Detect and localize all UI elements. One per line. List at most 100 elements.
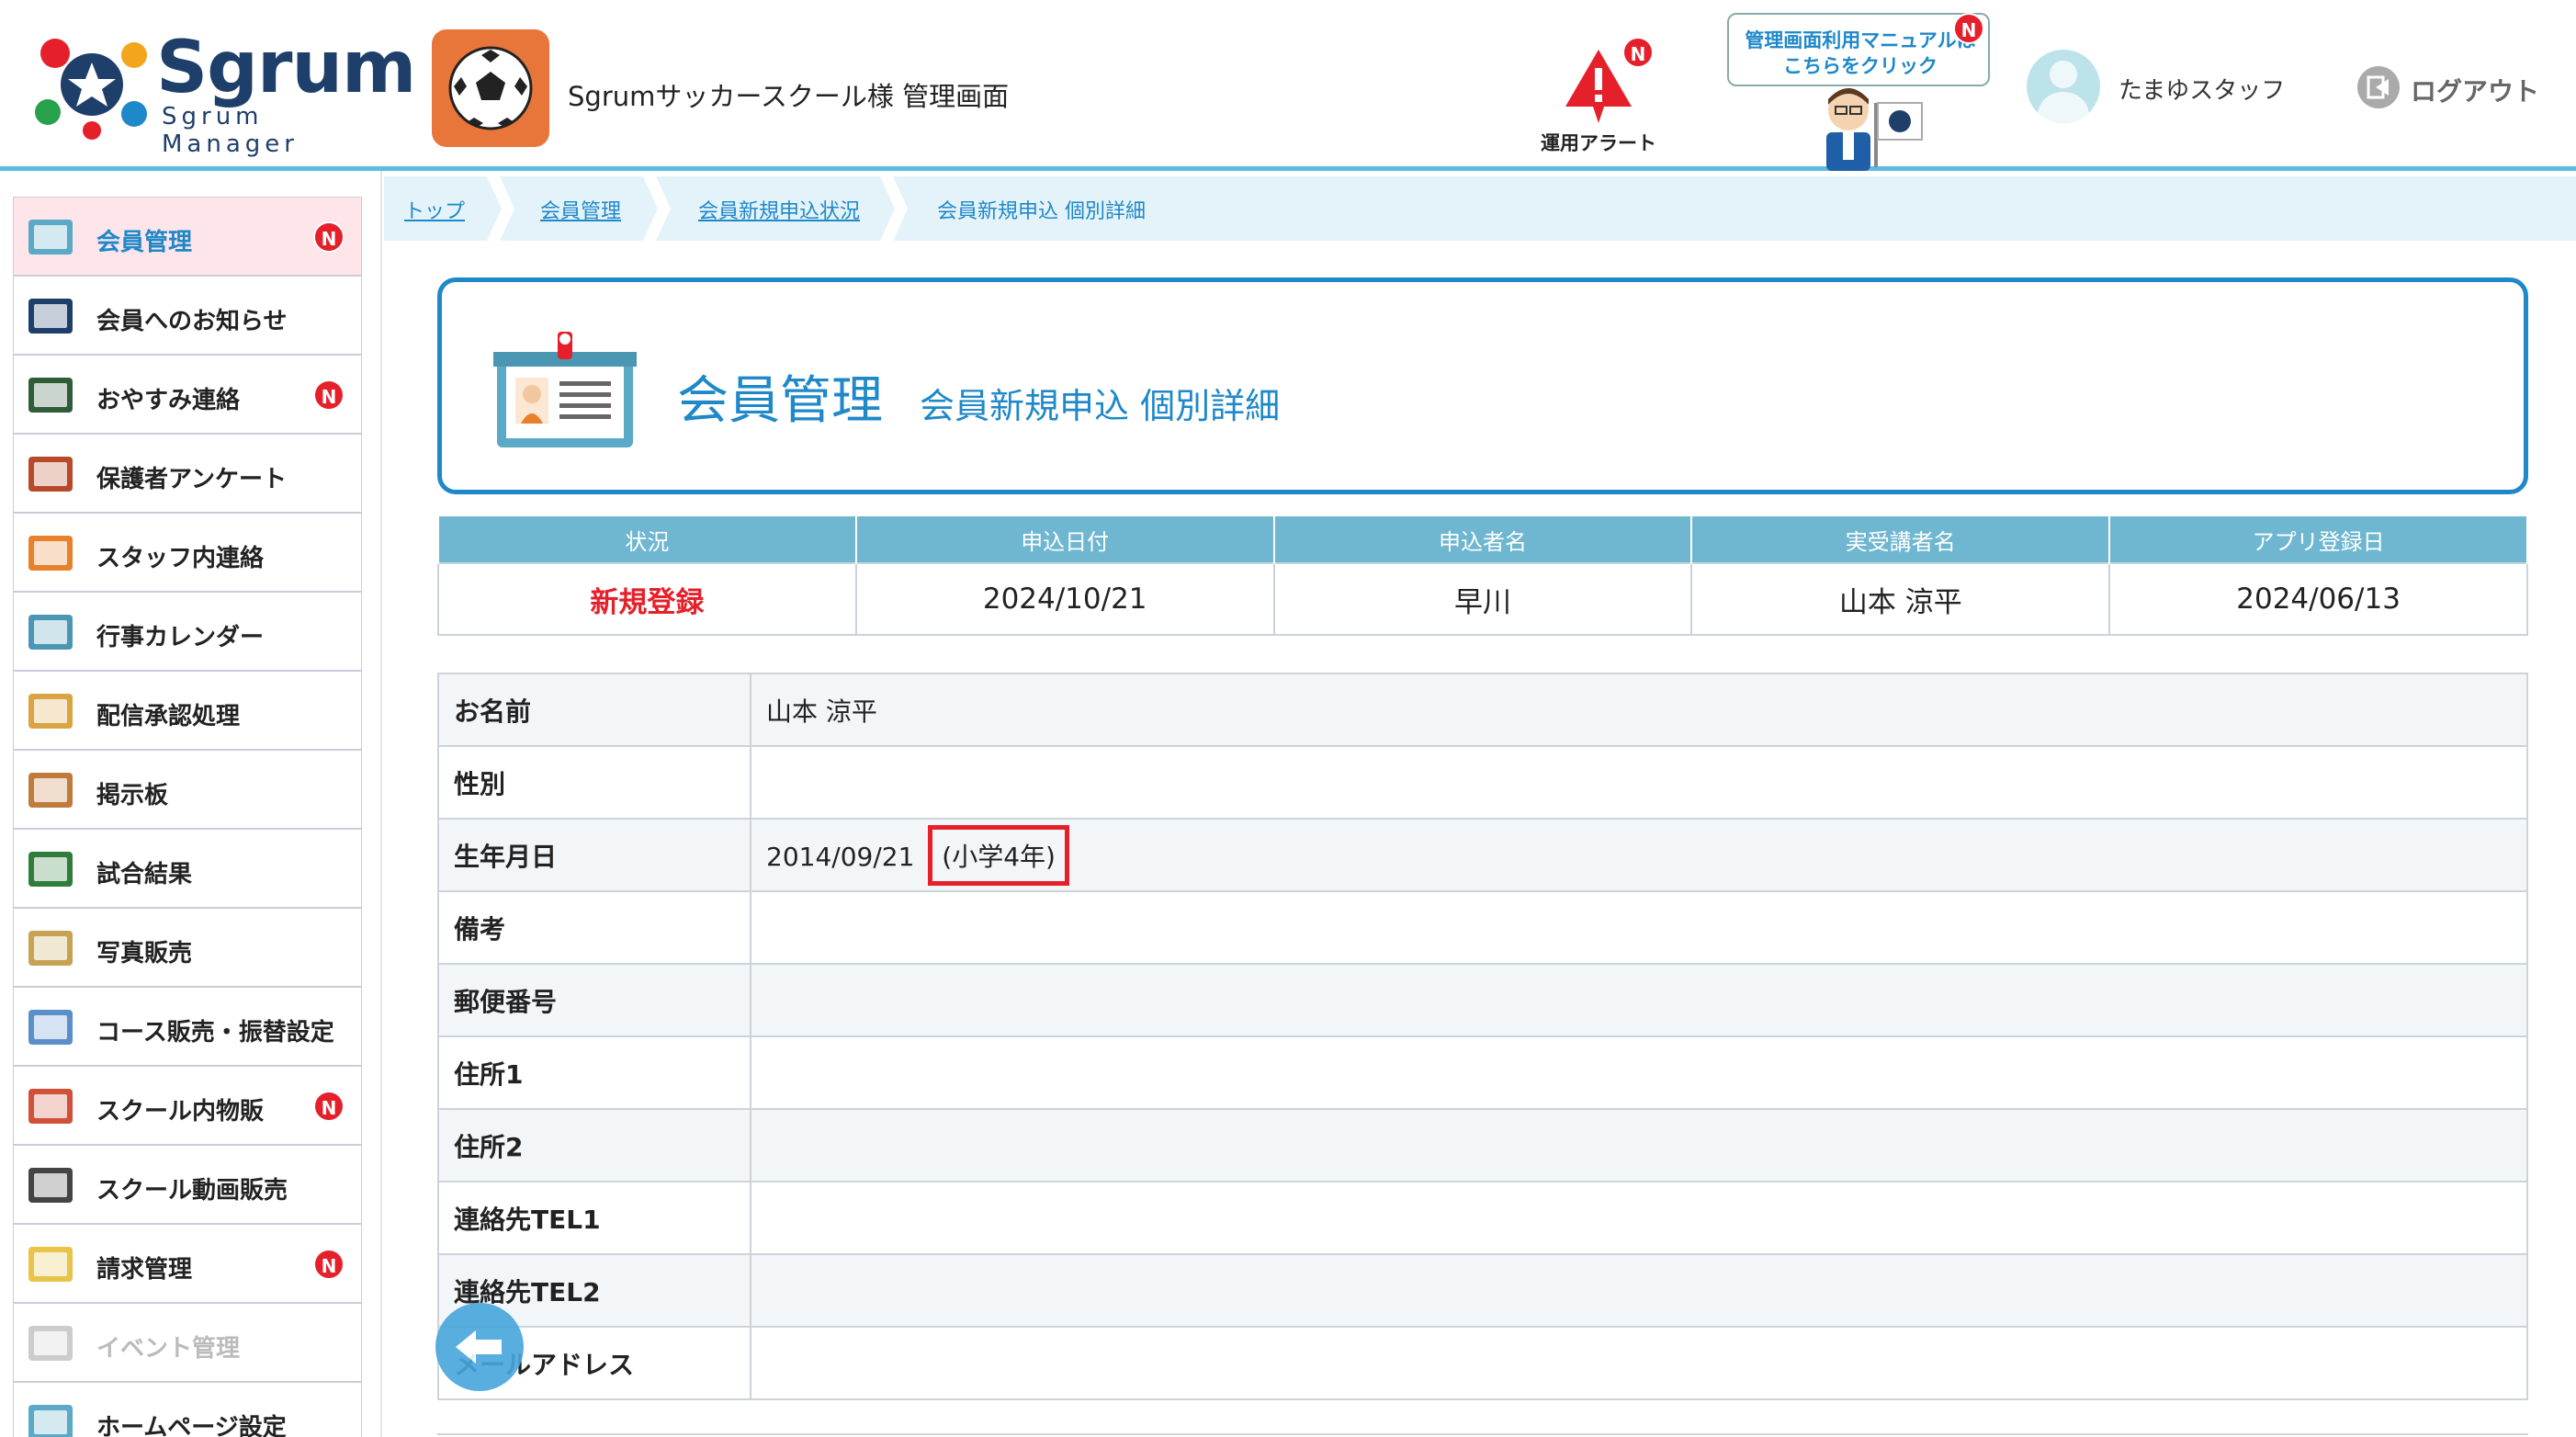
summary-header-app-registration-date: アプリ登録日 (2108, 515, 2528, 563)
breadcrumb-top[interactable]: トップ (404, 195, 465, 224)
detail-label: 生年月日 (437, 818, 751, 892)
homepage-icon (28, 1405, 73, 1437)
mascot-icon (1826, 88, 1923, 171)
status-value: 新規登録 (437, 562, 857, 636)
sidebar-item-bulletin-board[interactable]: 掲示板 (13, 750, 362, 829)
page-title: 会員管理 (677, 371, 883, 431)
breadcrumb-separator-icon (880, 176, 908, 241)
stamp-icon (28, 694, 73, 729)
sidebar-item-school-video-sales[interactable]: スクール動画販売 (13, 1145, 362, 1224)
sidebar-item-event-management[interactable]: イベント管理 (13, 1303, 362, 1382)
sidebar-item-label: スクール内物販 (96, 1098, 265, 1126)
app-registration-date-value: 2024/06/13 (2108, 562, 2528, 636)
user-menu[interactable]: たまゆスタッフ (2027, 50, 2302, 123)
arrow-left-icon (456, 1330, 502, 1363)
detail-value (750, 1181, 2528, 1255)
detail-value: 山本 涼平 (750, 673, 2528, 747)
student-name-value: 山本 涼平 (1690, 562, 2111, 636)
sidebar-item-label: イベント管理 (96, 1335, 241, 1363)
back-button[interactable] (435, 1303, 524, 1391)
detail-value: 2014/09/21 (小学4年) (750, 818, 2528, 892)
sidebar-nav: 会員管理 N 会員へのお知らせ おやすみ連絡 N 保護者アンケートスタッフ内連絡行事カレン… (13, 197, 362, 1437)
table-row: メールアドレス (437, 1326, 2528, 1400)
school-grade-highlight: (小学4年) (928, 824, 1069, 886)
table-row: 生年月日 2014/09/21 (小学4年) (437, 818, 2528, 892)
applicant-name-value: 早川 (1272, 562, 1693, 636)
breadcrumb-separator-icon (643, 176, 671, 241)
detail-value (750, 963, 2528, 1037)
operation-alert-button[interactable]: N 運用アラート (1525, 37, 1672, 162)
breadcrumb-separator-icon (487, 176, 514, 241)
table-row: 連絡先TEL1 (437, 1181, 2528, 1255)
logout-button[interactable]: ログアウト (2357, 64, 2541, 112)
sidebar-item-match-results[interactable]: 試合結果 (13, 829, 362, 908)
detail-label: 備考 (437, 890, 751, 965)
sidebar-item-label: スクール動画販売 (96, 1177, 288, 1205)
sidebar-item-absence-contact[interactable]: おやすみ連絡 N (13, 355, 362, 434)
logo-subtitle: Sgrum Manager (162, 103, 299, 158)
sidebar-item-staff-contact[interactable]: スタッフ内連絡 (13, 513, 362, 592)
table-row: 性別 (437, 745, 2528, 820)
manual-bubble: 管理画面利用マニュアルは こちらをクリック (1727, 13, 1990, 86)
user-name: たまゆスタッフ (2118, 77, 2286, 105)
summary-header-row: 状況 申込日付 申込者名 実受講者名 アプリ登録日 (437, 515, 2528, 563)
alert-label: 運用アラート (1541, 132, 1656, 154)
summary-header-application-date: 申込日付 (854, 515, 1275, 563)
invoice-icon (28, 1247, 73, 1282)
new-badge: N (313, 1091, 345, 1122)
sidebar-item-course-sales-settings[interactable]: コース販売・振替設定 (13, 987, 362, 1066)
new-badge: N (313, 1249, 345, 1280)
breadcrumb-member-management[interactable]: 会員管理 (540, 195, 621, 224)
logo-title: Sgrum (156, 27, 416, 109)
summary-value-row: 新規登録 2024/10/21 早川 山本 涼平 2024/06/13 (437, 562, 2528, 636)
sidebar-item-label: 掲示板 (96, 782, 169, 809)
scoreboard-icon (28, 852, 73, 887)
board-icon (28, 773, 73, 808)
soccer-ball-icon (432, 29, 549, 147)
photo-icon (28, 931, 73, 966)
breadcrumb-new-application-status[interactable]: 会員新規申込状況 (698, 195, 860, 224)
member-card-icon (493, 332, 637, 447)
detail-label: お名前 (437, 673, 751, 747)
sidebar-item-label: スタッフ内連絡 (96, 545, 265, 572)
sidebar-item-billing-management[interactable]: 請求管理 N (13, 1224, 362, 1303)
sidebar-item-label: 写真販売 (96, 940, 193, 967)
detail-value (750, 745, 2528, 820)
detail-label: 性別 (437, 745, 751, 820)
route-icon (28, 1010, 73, 1045)
breadcrumb-current: 会員新規申込 個別詳細 (937, 200, 1146, 223)
page-subtitle: 会員新規申込 個別詳細 (920, 386, 1281, 426)
table-row: 連絡先TEL2 (437, 1253, 2528, 1328)
sidebar-item-guardian-survey[interactable]: 保護者アンケート (13, 434, 362, 513)
sidebar-item-label: 会員管理 (96, 229, 193, 256)
event-icon (28, 1326, 73, 1361)
app-header: Sgrum Sgrum Manager Sgrumサッカースクール様 管理画面 … (0, 0, 2576, 171)
table-row: お名前 山本 涼平 (437, 673, 2528, 747)
manual-link[interactable]: 管理画面利用マニュアルは こちらをクリック N (1727, 13, 1994, 171)
logout-icon (2357, 66, 2400, 108)
summary-table: 状況 申込日付 申込者名 実受講者名 アプリ登録日 新規登録 2024/10/2… (437, 515, 2528, 636)
sidebar-item-school-merch[interactable]: スクール内物販 N (13, 1066, 362, 1145)
new-badge: N (313, 221, 345, 253)
new-badge: N (313, 379, 345, 411)
table-row: 備考 (437, 890, 2528, 965)
summary-header-student-name: 実受講者名 (1690, 515, 2111, 563)
birthdate-value: 2014/09/21 (766, 841, 915, 872)
detail-label: 郵便番号 (437, 963, 751, 1037)
organization-title: Sgrumサッカースクール様 管理画面 (568, 81, 1010, 112)
detail-label: 住所2 (437, 1108, 751, 1182)
sgrum-logo[interactable]: Sgrum Sgrum Manager (28, 24, 416, 158)
sidebar-item-member-notice[interactable]: 会員へのお知らせ (13, 276, 362, 355)
sidebar-item-label: 配信承認処理 (96, 703, 241, 730)
sidebar-item-member-management[interactable]: 会員管理 N (13, 197, 362, 276)
sidebar-item-label: 請求管理 (96, 1256, 193, 1284)
sidebar-item-homepage-settings[interactable]: ホームページ設定 (13, 1382, 362, 1437)
table-row: 住所2 (437, 1108, 2528, 1182)
sidebar-item-photo-sales[interactable]: 写真販売 (13, 908, 362, 987)
sidebar-item-label: 試合結果 (96, 861, 193, 888)
table-row: 郵便番号 (437, 963, 2528, 1037)
detail-label: 住所1 (437, 1035, 751, 1110)
team-logo-icon (28, 299, 73, 334)
sidebar-item-delivery-approval[interactable]: 配信承認処理 (13, 671, 362, 750)
sidebar-item-event-calendar[interactable]: 行事カレンダー (13, 592, 362, 671)
